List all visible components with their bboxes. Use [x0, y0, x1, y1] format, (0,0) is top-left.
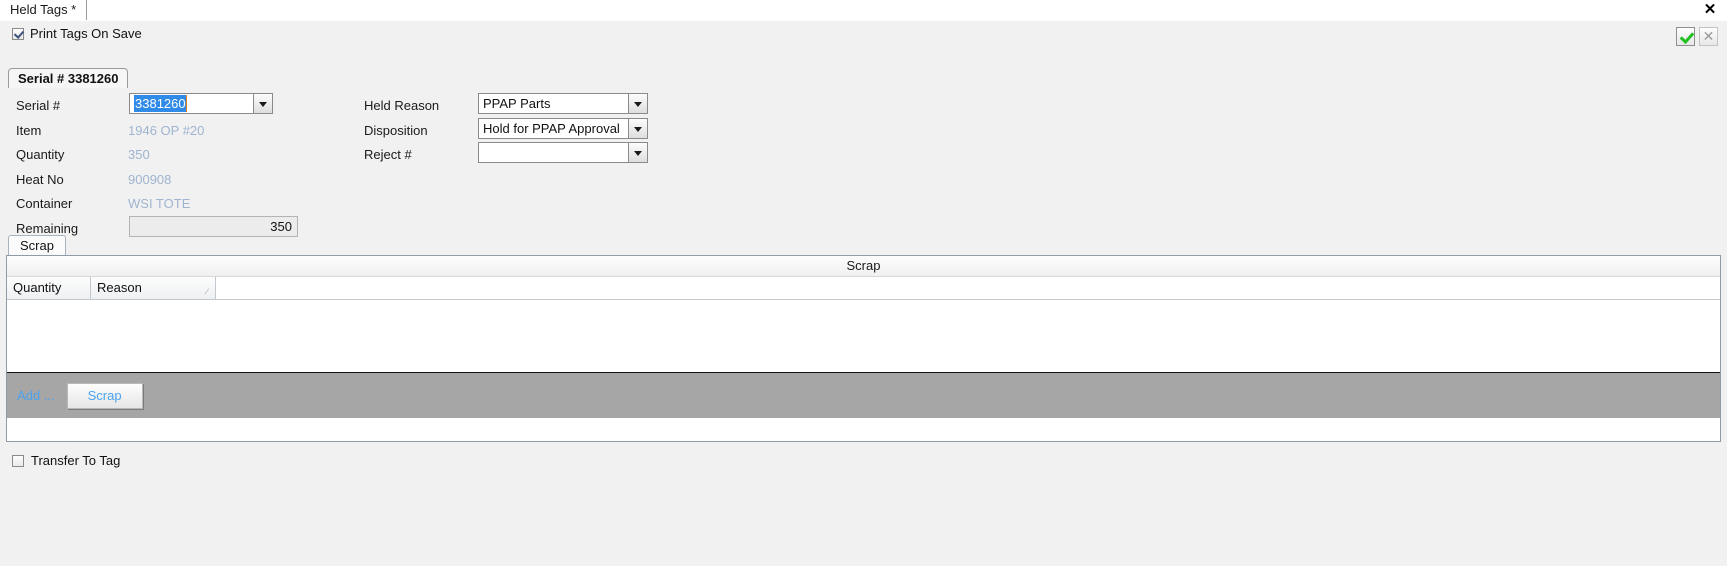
tab-serial-group[interactable]: Serial # 3381260 — [8, 68, 129, 88]
column-header-reason[interactable]: Reason ⁄ — [91, 277, 216, 299]
tab-scrap[interactable]: Scrap — [8, 235, 66, 256]
disposition-value[interactable]: Hold for PPAP Approval — [479, 119, 628, 138]
scrap-grid-footer: Add ... Scrap — [7, 372, 1720, 418]
column-header-filler — [216, 277, 1720, 299]
serial-group-tabrow: Serial # 3381260 — [8, 68, 129, 88]
field-heat-no: Heat No 900908 — [16, 168, 171, 190]
field-heat-no-value: 900908 — [128, 171, 172, 187]
close-icon[interactable]: ✕ — [1701, 1, 1719, 19]
check-icon — [1679, 28, 1695, 45]
option-bar: Print Tags On Save ✕ — [0, 21, 1727, 60]
field-quantity-label: Quantity — [16, 146, 65, 162]
field-quantity: Quantity 350 — [16, 143, 150, 165]
checkbox-box — [12, 27, 24, 40]
field-reject-no: Reject # — [364, 143, 478, 165]
cancel-button[interactable]: ✕ — [1699, 27, 1718, 46]
scrap-grid: Scrap Quantity Reason ⁄ Add ... Scrap — [6, 255, 1721, 442]
transfer-to-tag-label: Transfer To Tag — [31, 453, 121, 468]
serial-input-value: 3381260 — [134, 95, 187, 112]
chevron-down-icon[interactable] — [628, 119, 647, 138]
field-quantity-value: 350 — [128, 146, 150, 162]
held-reason-value[interactable]: PPAP Parts — [479, 94, 628, 113]
serial-combobox[interactable]: 3381260 — [129, 93, 273, 114]
action-buttons: ✕ — [1676, 27, 1718, 46]
chevron-down-icon[interactable] — [628, 143, 647, 162]
field-item-label: Item — [16, 122, 42, 138]
remaining-value-field: 350 — [129, 216, 298, 237]
reject-no-value[interactable] — [479, 143, 628, 162]
field-serial: Serial # — [16, 94, 128, 116]
field-held-reason-label: Held Reason — [364, 97, 440, 113]
serial-input[interactable]: 3381260 — [130, 94, 253, 113]
reject-no-combobox[interactable] — [478, 142, 648, 163]
column-header-quantity[interactable]: Quantity — [7, 277, 91, 299]
scrap-grid-body[interactable] — [7, 300, 1720, 372]
field-container-label: Container — [16, 195, 73, 211]
print-tags-on-save-checkbox[interactable]: Print Tags On Save — [12, 26, 142, 41]
x-icon: ✕ — [1702, 28, 1715, 44]
checkbox-box — [12, 454, 24, 467]
transfer-to-tag-checkbox[interactable]: Transfer To Tag — [12, 453, 120, 468]
field-held-reason: Held Reason — [364, 94, 478, 116]
chevron-down-icon[interactable] — [628, 94, 647, 113]
scrap-grid-caption: Scrap — [7, 256, 1720, 277]
main-panel: Serial # 3381260 Serial # 3381260 Item 1… — [0, 59, 1727, 566]
field-item-value: 1946 OP #20 — [128, 122, 205, 138]
add-link[interactable]: Add ... — [17, 388, 55, 403]
field-item: Item 1946 OP #20 — [16, 119, 204, 141]
field-heat-no-label: Heat No — [16, 171, 64, 187]
field-remaining-label: Remaining — [16, 220, 79, 236]
field-serial-label: Serial # — [16, 97, 61, 113]
scrap-tabrow: Scrap — [8, 235, 66, 256]
held-reason-combobox[interactable]: PPAP Parts — [478, 93, 648, 114]
disposition-combobox[interactable]: Hold for PPAP Approval — [478, 118, 648, 139]
print-tags-on-save-label: Print Tags On Save — [30, 26, 142, 41]
column-header-quantity-label: Quantity — [13, 280, 62, 295]
field-reject-no-label: Reject # — [364, 146, 412, 162]
form-area: Serial # 3381260 Item 1946 OP #20 Quanti… — [0, 88, 1727, 258]
field-disposition: Disposition — [364, 119, 478, 141]
column-header-reason-label: Reason — [97, 280, 142, 295]
accept-button[interactable] — [1676, 27, 1695, 46]
scrap-button[interactable]: Scrap — [66, 382, 143, 409]
window-tabstrip: Held Tags * ✕ — [0, 0, 1727, 22]
field-disposition-label: Disposition — [364, 122, 428, 138]
field-container: Container WSI TOTE — [16, 192, 190, 214]
chevron-down-icon[interactable] — [253, 94, 272, 113]
scrap-grid-header-row: Quantity Reason ⁄ — [7, 277, 1720, 300]
field-container-value: WSI TOTE — [128, 195, 191, 211]
document-tab-held-tags[interactable]: Held Tags * — [6, 0, 88, 20]
